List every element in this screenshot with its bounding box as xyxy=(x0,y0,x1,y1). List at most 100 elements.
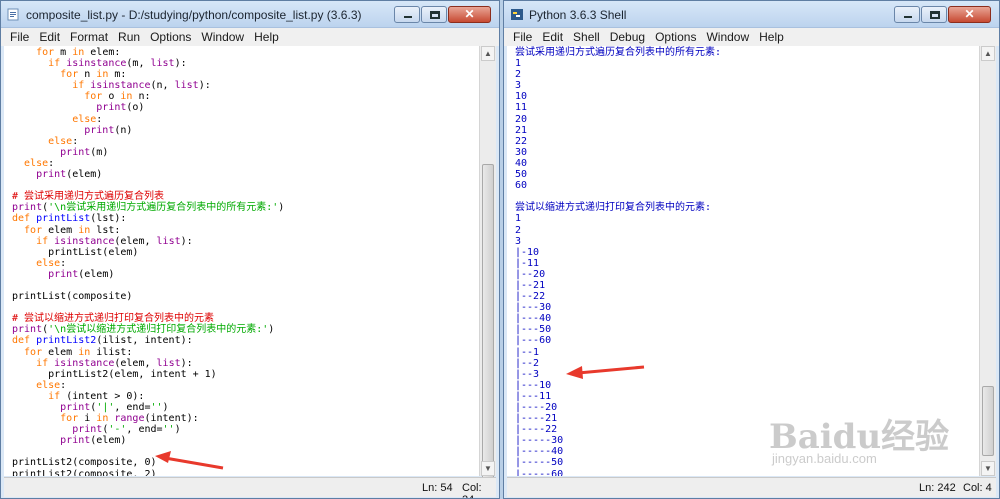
code-line: print('\n尝试采用递归方式遍历复合列表中的所有元素:') xyxy=(12,202,285,214)
editor-menu-edit[interactable]: Edit xyxy=(34,30,65,44)
code-line: print(m) xyxy=(12,146,109,158)
editor-menu-file[interactable]: File xyxy=(5,30,34,44)
shell-output-line: 21 xyxy=(515,124,528,136)
minimize-icon xyxy=(404,16,412,18)
shell-output-line: 3 xyxy=(515,80,522,92)
maximize-button[interactable] xyxy=(921,6,947,23)
minimize-button[interactable] xyxy=(394,6,420,23)
code-line: print(o) xyxy=(12,102,145,114)
code-line: def printList(lst): xyxy=(12,213,127,225)
code-line: printList2(composite, 0) xyxy=(12,457,157,469)
shell-menu-file[interactable]: File xyxy=(508,30,537,44)
shell-menu-shell[interactable]: Shell xyxy=(568,30,605,44)
editor-titlebar[interactable]: composite_list.py - D:/studying/python/c… xyxy=(1,1,499,28)
shell-output-line: |--20 xyxy=(515,268,546,280)
red-arrow-icon xyxy=(566,365,645,379)
shell-output-line: 2 xyxy=(515,224,522,236)
code-line: if (intent > 0): xyxy=(12,390,145,402)
code-line: def printList2(ilist, intent): xyxy=(12,335,193,347)
code-line: if isinstance(elem, list): xyxy=(12,235,193,247)
watermark-url: jingyan.baidu.com xyxy=(772,451,877,466)
shell-output-line: 尝试采用递归方式遍历复合列表中的所有元素: xyxy=(515,47,722,58)
shell-output-line: 1 xyxy=(515,213,522,225)
shell-menubar: File Edit Shell Debug Options Window Help xyxy=(504,28,999,46)
code-line: printList(elem) xyxy=(12,246,139,258)
code-line: printList2(composite, 2) xyxy=(12,468,157,476)
shell-output-line: |--21 xyxy=(515,279,546,291)
scroll-down-icon[interactable]: ▼ xyxy=(981,461,995,476)
editor-text-area[interactable]: for m in elem: if isinstance(m, list): f… xyxy=(4,46,479,476)
code-line: # 尝试采用递归方式遍历复合列表 xyxy=(12,191,165,203)
code-line: printList2(elem, intent + 1) xyxy=(12,368,217,380)
code-line: print(elem) xyxy=(12,435,127,447)
code-line: else: xyxy=(12,135,79,147)
maximize-button[interactable] xyxy=(421,6,447,23)
shell-output-line: 22 xyxy=(515,135,528,147)
shell-output-line: |---10 xyxy=(515,379,552,391)
code-line: print('\n尝试以缩进方式递归打印复合列表中的元素:') xyxy=(12,324,275,336)
scroll-up-icon[interactable]: ▲ xyxy=(981,46,995,61)
shell-scroll-thumb[interactable] xyxy=(982,386,994,456)
shell-output-line: 40 xyxy=(515,157,528,169)
shell-menu-window[interactable]: Window xyxy=(701,30,754,44)
maximize-icon xyxy=(930,11,940,19)
scroll-up-icon[interactable]: ▲ xyxy=(481,46,495,61)
editor-menu-format[interactable]: Format xyxy=(65,30,113,44)
shell-output-line: 1 xyxy=(515,58,522,70)
editor-menu-run[interactable]: Run xyxy=(113,30,145,44)
code-line: ​ xyxy=(12,302,479,313)
shell-output-line: |---50 xyxy=(515,324,552,336)
shell-output-line: 2 xyxy=(515,69,522,81)
code-line: ​ xyxy=(12,446,479,457)
code-line: print(elem) xyxy=(12,169,103,181)
shell-scrollbar[interactable]: ▲ ▼ xyxy=(979,46,996,476)
code-line: if isinstance(m, list): xyxy=(12,58,187,70)
editor-menu-window[interactable]: Window xyxy=(196,30,249,44)
shell-output-line: ​ xyxy=(515,191,979,202)
scroll-down-icon[interactable]: ▼ xyxy=(481,461,495,476)
editor-window: composite_list.py - D:/studying/python/c… xyxy=(0,0,500,499)
editor-menu-options[interactable]: Options xyxy=(145,30,196,44)
shell-output-line: 10 xyxy=(515,91,528,103)
code-line: else: xyxy=(12,379,67,391)
code-line: for m in elem: xyxy=(12,47,121,58)
code-line: printList(composite) xyxy=(12,291,133,303)
shell-column-number: Col: 4 xyxy=(963,482,992,494)
shell-output-line: |--22 xyxy=(515,291,546,303)
close-icon: ✕ xyxy=(964,7,975,21)
shell-output-line: |---30 xyxy=(515,302,552,314)
editor-menubar: File Edit Format Run Options Window Help xyxy=(1,28,499,46)
code-line: if isinstance(n, list): xyxy=(12,80,211,92)
minimize-button[interactable] xyxy=(894,6,920,23)
editor-column-number: Col: 24 xyxy=(462,482,482,498)
shell-menu-debug[interactable]: Debug xyxy=(605,30,650,44)
editor-scrollbar[interactable]: ▲ ▼ xyxy=(479,46,496,482)
close-button[interactable]: ✕ xyxy=(948,6,991,23)
code-line: else: xyxy=(12,157,55,169)
editor-code[interactable]: for m in elem: if isinstance(m, list): f… xyxy=(4,46,479,476)
code-line: ​ xyxy=(12,180,479,191)
code-line: for n in m: xyxy=(12,69,127,81)
python-shell-icon xyxy=(511,9,523,20)
shell-menu-help[interactable]: Help xyxy=(754,30,789,44)
shell-menu-options[interactable]: Options xyxy=(650,30,701,44)
python-file-icon xyxy=(7,8,19,21)
code-line: for elem in lst: xyxy=(12,224,121,236)
shell-output-line: 20 xyxy=(515,113,528,125)
shell-output-line: |---40 xyxy=(515,313,552,325)
editor-line-number: Ln: 54 xyxy=(422,482,453,494)
shell-output-line: |-11 xyxy=(515,257,540,269)
editor-menu-help[interactable]: Help xyxy=(249,30,284,44)
shell-titlebar[interactable]: Python 3.6.3 Shell ✕ xyxy=(504,1,999,28)
code-line: for i in range(intent): xyxy=(12,413,199,425)
shell-output-line: 尝试以缩进方式递归打印复合列表中的元素: xyxy=(515,202,712,214)
editor-title: composite_list.py - D:/studying/python/c… xyxy=(26,8,362,22)
editor-scroll-thumb[interactable] xyxy=(482,164,494,482)
code-line: else: xyxy=(12,257,67,269)
shell-output-line: |-----60 xyxy=(515,468,564,476)
shell-menu-edit[interactable]: Edit xyxy=(537,30,568,44)
red-arrow-icon xyxy=(155,451,224,470)
shell-output-line: 3 xyxy=(515,235,522,247)
shell-output-line: 11 xyxy=(515,102,528,114)
close-button[interactable]: ✕ xyxy=(448,6,491,23)
